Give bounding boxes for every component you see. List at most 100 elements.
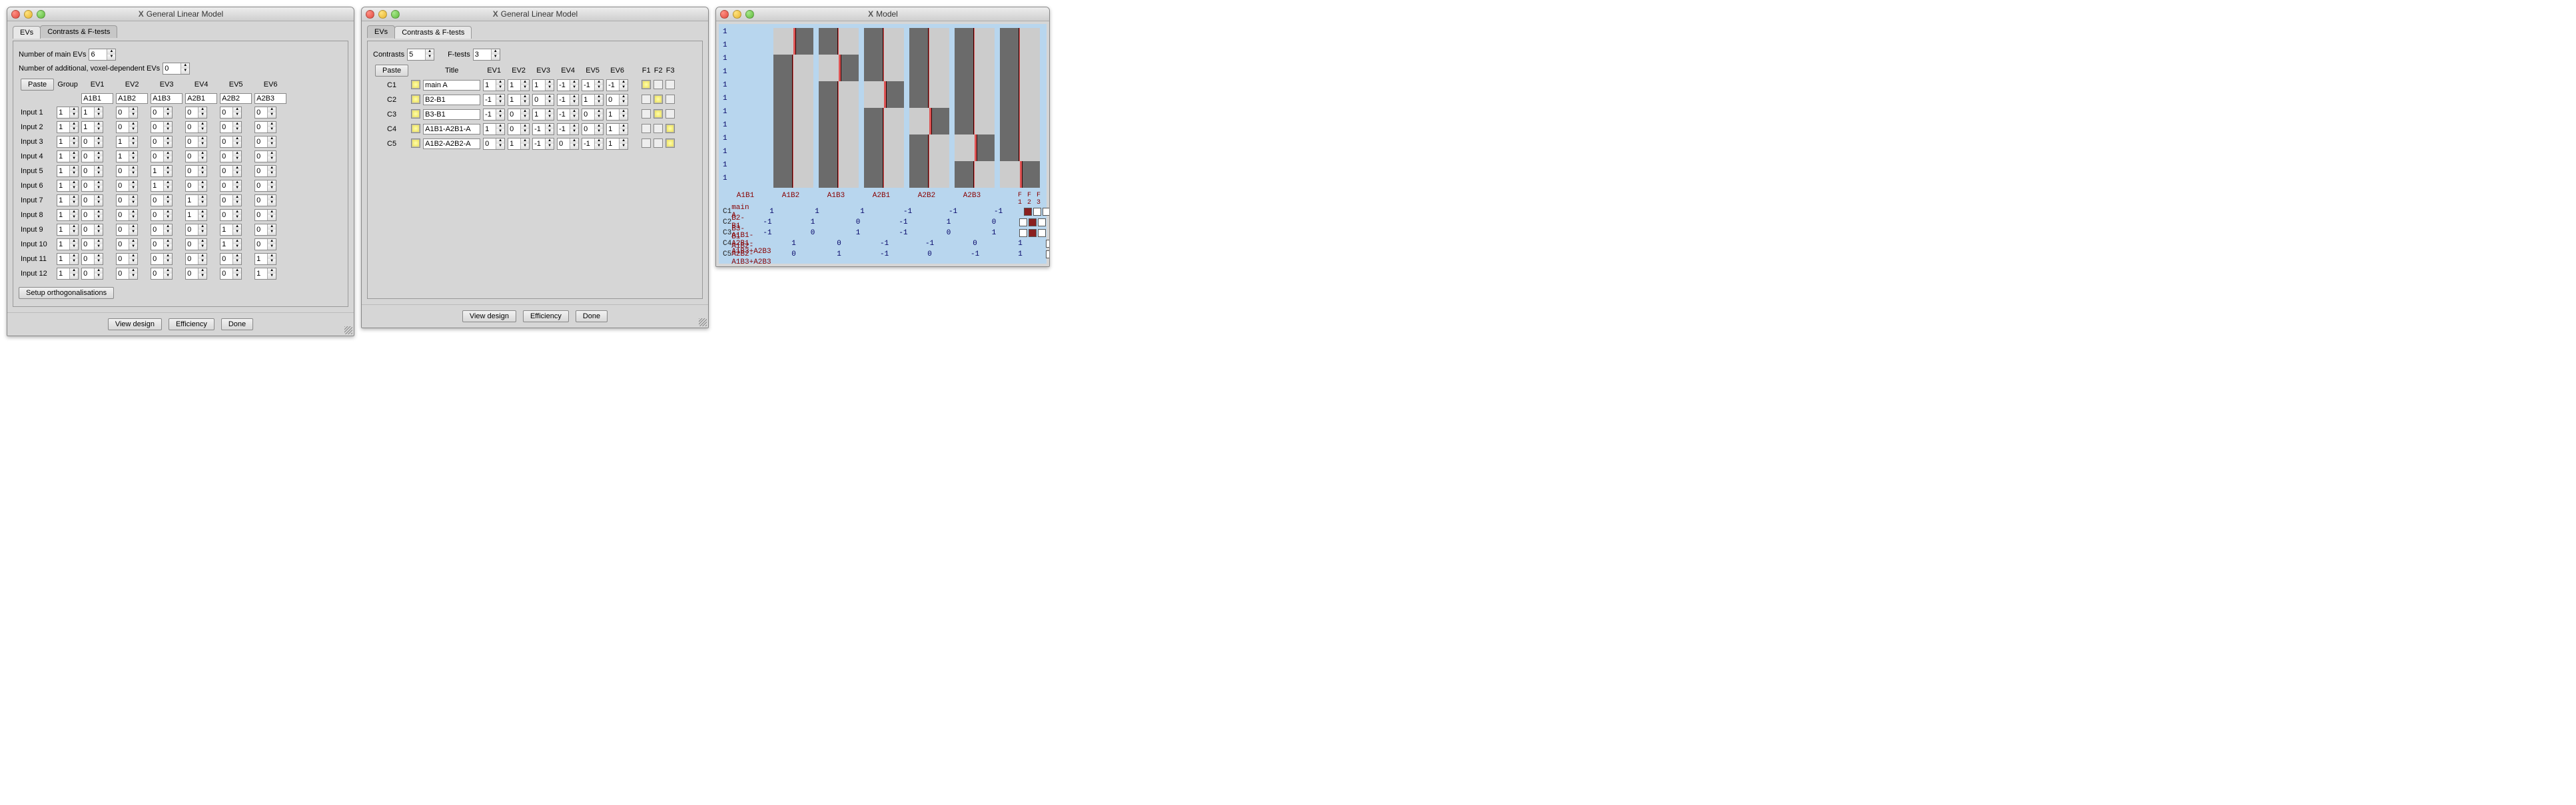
contrast-title-field[interactable] (423, 80, 480, 91)
value-spinner[interactable]: ▲▼ (185, 107, 207, 119)
value-spinner[interactable]: ▲▼ (151, 165, 173, 177)
value-spinner[interactable]: ▲▼ (57, 136, 79, 148)
value-spinner[interactable]: ▲▼ (254, 194, 276, 206)
value-spinner[interactable]: ▲▼ (532, 123, 554, 135)
ftest-checkbox[interactable] (642, 80, 651, 89)
zoom-icon[interactable] (745, 10, 754, 19)
contrast-enable-checkbox[interactable] (411, 124, 420, 133)
ev-label-field[interactable] (151, 93, 183, 104)
ftest-checkbox[interactable] (665, 109, 675, 119)
value-spinner[interactable]: ▲▼ (220, 238, 242, 250)
value-spinner[interactable]: ▲▼ (185, 150, 207, 162)
value-spinner[interactable]: ▲▼ (116, 136, 138, 148)
value-spinner[interactable]: ▲▼ (185, 209, 207, 221)
value-spinner[interactable]: ▲▼ (254, 253, 276, 265)
paste-button[interactable]: Paste (21, 79, 54, 91)
value-spinner[interactable]: ▲▼ (81, 165, 103, 177)
value-spinner[interactable]: ▲▼ (151, 253, 173, 265)
value-spinner[interactable]: ▲▼ (151, 121, 173, 133)
resize-handle[interactable] (699, 318, 707, 326)
contrast-title-field[interactable] (423, 95, 480, 105)
contrast-title-field[interactable] (423, 109, 480, 120)
value-spinner[interactable]: ▲▼ (151, 268, 173, 280)
value-spinner[interactable]: ▲▼ (81, 238, 103, 250)
value-spinner[interactable]: ▲▼ (606, 109, 628, 121)
ftest-checkbox[interactable] (642, 95, 651, 104)
value-spinner[interactable]: ▲▼ (151, 150, 173, 162)
value-spinner[interactable]: ▲▼ (151, 224, 173, 236)
value-spinner[interactable]: ▲▼ (185, 121, 207, 133)
ftests-spinner[interactable]: ▲▼ (473, 49, 500, 61)
value-spinner[interactable]: ▲▼ (81, 180, 103, 192)
value-spinner[interactable]: ▲▼ (81, 268, 103, 280)
value-spinner[interactable]: ▲▼ (508, 109, 530, 121)
value-spinner[interactable]: ▲▼ (116, 121, 138, 133)
value-spinner[interactable]: ▲▼ (220, 121, 242, 133)
value-spinner[interactable]: ▲▼ (220, 224, 242, 236)
value-spinner[interactable]: ▲▼ (220, 180, 242, 192)
num-main-evs-spinner[interactable]: ▲▼ (89, 49, 116, 61)
close-icon[interactable] (366, 10, 374, 19)
view-design-button[interactable]: View design (108, 318, 162, 330)
value-spinner[interactable]: ▲▼ (220, 136, 242, 148)
efficiency-button[interactable]: Efficiency (169, 318, 215, 330)
value-spinner[interactable]: ▲▼ (151, 194, 173, 206)
contrasts-spinner[interactable]: ▲▼ (407, 49, 434, 61)
value-spinner[interactable]: ▲▼ (151, 180, 173, 192)
value-spinner[interactable]: ▲▼ (532, 109, 554, 121)
ftest-checkbox[interactable] (653, 80, 663, 89)
contrast-enable-checkbox[interactable] (411, 109, 420, 119)
zoom-icon[interactable] (37, 10, 45, 19)
value-spinner[interactable]: ▲▼ (508, 123, 530, 135)
ftest-checkbox[interactable] (653, 138, 663, 148)
value-spinner[interactable]: ▲▼ (220, 194, 242, 206)
value-spinner[interactable]: ▲▼ (220, 268, 242, 280)
value-spinner[interactable]: ▲▼ (582, 138, 604, 150)
value-spinner[interactable]: ▲▼ (220, 253, 242, 265)
value-spinner[interactable]: ▲▼ (57, 224, 79, 236)
value-spinner[interactable]: ▲▼ (557, 94, 579, 106)
ftest-checkbox[interactable] (642, 109, 651, 119)
done-button[interactable]: Done (221, 318, 253, 330)
ftest-checkbox[interactable] (653, 124, 663, 133)
titlebar[interactable]: XGeneral Linear Model (7, 7, 354, 21)
value-spinner[interactable]: ▲▼ (116, 238, 138, 250)
value-spinner[interactable]: ▲▼ (254, 180, 276, 192)
value-spinner[interactable]: ▲▼ (532, 94, 554, 106)
ev-label-field[interactable] (185, 93, 217, 104)
value-spinner[interactable]: ▲▼ (116, 194, 138, 206)
value-spinner[interactable]: ▲▼ (185, 253, 207, 265)
value-spinner[interactable]: ▲▼ (254, 209, 276, 221)
value-spinner[interactable]: ▲▼ (582, 94, 604, 106)
value-spinner[interactable]: ▲▼ (81, 253, 103, 265)
contrast-title-field[interactable] (423, 138, 480, 149)
ftest-checkbox[interactable] (653, 95, 663, 104)
value-spinner[interactable]: ▲▼ (606, 94, 628, 106)
resize-handle[interactable] (344, 326, 352, 334)
close-icon[interactable] (720, 10, 729, 19)
value-spinner[interactable]: ▲▼ (57, 107, 79, 119)
value-spinner[interactable]: ▲▼ (151, 107, 173, 119)
value-spinner[interactable]: ▲▼ (254, 107, 276, 119)
efficiency-button[interactable]: Efficiency (523, 310, 569, 322)
value-spinner[interactable]: ▲▼ (81, 107, 103, 119)
value-spinner[interactable]: ▲▼ (254, 224, 276, 236)
value-spinner[interactable]: ▲▼ (116, 224, 138, 236)
value-spinner[interactable]: ▲▼ (220, 209, 242, 221)
value-spinner[interactable]: ▲▼ (220, 107, 242, 119)
contrast-title-field[interactable] (423, 124, 480, 134)
value-spinner[interactable]: ▲▼ (532, 79, 554, 91)
value-spinner[interactable]: ▲▼ (81, 209, 103, 221)
value-spinner[interactable]: ▲▼ (483, 138, 505, 150)
value-spinner[interactable]: ▲▼ (81, 224, 103, 236)
contrast-enable-checkbox[interactable] (411, 138, 420, 148)
value-spinner[interactable]: ▲▼ (57, 165, 79, 177)
paste-button[interactable]: Paste (375, 65, 408, 77)
value-spinner[interactable]: ▲▼ (185, 268, 207, 280)
value-spinner[interactable]: ▲▼ (151, 136, 173, 148)
value-spinner[interactable]: ▲▼ (81, 136, 103, 148)
value-spinner[interactable]: ▲▼ (582, 123, 604, 135)
ftest-checkbox[interactable] (642, 138, 651, 148)
value-spinner[interactable]: ▲▼ (116, 209, 138, 221)
done-button[interactable]: Done (576, 310, 608, 322)
